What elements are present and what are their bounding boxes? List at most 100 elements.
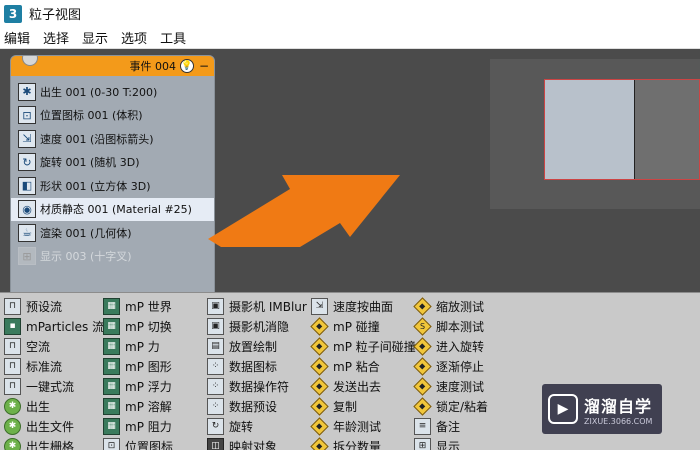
- depot-item[interactable]: ▦ mP 浮力: [103, 376, 207, 396]
- depot-item[interactable]: ⊓ 预设流: [4, 296, 103, 316]
- depot-item[interactable]: ⊓ 标准流: [4, 356, 103, 376]
- depot-item[interactable]: ▪ mParticles 流: [4, 316, 104, 336]
- depot-item[interactable]: ▦ mP 世界: [103, 296, 207, 316]
- position-icon-icon: ⊡: [103, 437, 120, 450]
- play-logo-icon: ▶: [548, 394, 578, 424]
- data-icon-icon: ⁘: [207, 357, 224, 375]
- depot-item-label: mP 阻力: [125, 419, 172, 434]
- depot-item[interactable]: ⁘ 数据操作符: [207, 376, 311, 396]
- script-test-icon: S: [413, 316, 432, 336]
- birth-grid-icon: ✱: [4, 437, 21, 450]
- depot-item-label: 复制: [333, 399, 358, 414]
- depot-item-label: 显示: [436, 439, 461, 450]
- operator-item[interactable]: ☕ 渲染 001 (几何体): [11, 221, 214, 245]
- camera-culling-icon: ▣: [207, 317, 224, 335]
- operator-item[interactable]: ⇲ 速度 001 (沿图标箭头): [11, 127, 214, 151]
- depot-item[interactable]: ▦ mP 切换: [103, 316, 207, 336]
- depot-item[interactable]: ◆ 发送出去: [310, 376, 414, 396]
- depot-item[interactable]: ▦ mP 力: [103, 336, 207, 356]
- depot-item-glyph: ▪: [9, 321, 16, 331]
- mp-solvent-icon: ▦: [103, 397, 120, 415]
- depot-item[interactable]: ◫ 映射对象: [207, 436, 311, 450]
- depot-item[interactable]: ◆ mP 粘合: [310, 356, 414, 376]
- one-click-flow-icon: ⊓: [4, 377, 21, 395]
- split-amount-icon: ◆: [310, 436, 329, 450]
- depot-item[interactable]: ◆ 速度测试: [413, 376, 534, 396]
- depot-item[interactable]: ⁘ 数据图标: [207, 356, 311, 376]
- depot-item-label: 脚本测试: [436, 319, 485, 334]
- watermark-title: 溜溜自学: [584, 396, 653, 416]
- particle-view-canvas[interactable]: 事件 004 💡 − ✱ 出生 001 (0-30 T:200) ⊡ 位置图标 001…: [0, 49, 700, 321]
- depot-item[interactable]: ⊓ 空流: [4, 336, 103, 356]
- depot-item[interactable]: ✱ 出生文件: [4, 416, 103, 436]
- event-header[interactable]: 事件 004 💡 −: [11, 56, 214, 76]
- depot-item-glyph: ⇲: [315, 301, 324, 311]
- depot-item[interactable]: ◆ 进入旋转: [413, 336, 534, 356]
- depot-item-glyph: ◆: [316, 321, 323, 331]
- depot-item[interactable]: ⁘ 数据预设: [207, 396, 311, 416]
- event-node[interactable]: 事件 004 💡 − ✱ 出生 001 (0-30 T:200) ⊡ 位置图标 001…: [10, 55, 215, 321]
- rotation-icon: ↻: [207, 417, 224, 435]
- operator-item[interactable]: ✱ 出生 001 (0-30 T:200): [11, 80, 214, 104]
- operator-item[interactable]: ↻ 旋转 001 (随机 3D): [11, 151, 214, 175]
- depot-item[interactable]: ◆ 锁定/粘着: [413, 396, 534, 416]
- data-preset-icon: ⁘: [207, 397, 224, 415]
- depot-item[interactable]: ≡ 备注: [414, 416, 534, 436]
- minimize-button[interactable]: −: [198, 59, 210, 73]
- depot-item-label: 放置绘制: [229, 339, 278, 354]
- depot-item[interactable]: ▣ 摄影机 IMBlur: [207, 296, 311, 316]
- depot-item[interactable]: ◆ 拆分数量: [310, 436, 414, 450]
- operator-label: 材质静态 001 (Material #25): [40, 203, 192, 217]
- depot-item[interactable]: ↻ 旋转: [207, 416, 311, 436]
- lightbulb-icon[interactable]: 💡: [180, 59, 194, 73]
- depot-item-label: 备注: [436, 419, 461, 434]
- depot-item-label: mP 粒子间碰撞: [333, 339, 416, 354]
- operator-list: ✱ 出生 001 (0-30 T:200) ⊡ 位置图标 001 (体积) ⇲ 速度 00…: [11, 80, 214, 268]
- depot-item[interactable]: ▦ mP 阻力: [103, 416, 207, 436]
- depot-item[interactable]: ✱ 出生栅格: [4, 436, 103, 450]
- depot-item[interactable]: ⊡ 位置图标: [103, 436, 207, 450]
- depot-item-label: mP 图形: [125, 359, 172, 374]
- speed-icon: ⇲: [18, 129, 36, 148]
- operator-item[interactable]: ◧ 形状 001 (立方体 3D): [11, 174, 214, 198]
- depot-item[interactable]: ◆ mP 碰撞: [310, 316, 414, 336]
- spawn-icon: ◆: [310, 396, 329, 416]
- menu-display[interactable]: 显示: [82, 28, 108, 47]
- depot-item[interactable]: ▦ mP 图形: [103, 356, 207, 376]
- depot-item[interactable]: ⊞ 显示: [414, 436, 534, 450]
- depot-item-glyph: ◆: [316, 401, 323, 411]
- depot-item[interactable]: ▦ mP 溶解: [103, 396, 207, 416]
- depot-item-glyph: ◆: [316, 381, 323, 391]
- depot-item[interactable]: ▤ 放置绘制: [207, 336, 311, 356]
- operator-item[interactable]: ◉ 材质静态 001 (Material #25): [11, 197, 214, 221]
- operator-item[interactable]: ⊡ 位置图标 001 (体积): [11, 104, 214, 128]
- menu-tools[interactable]: 工具: [160, 28, 186, 47]
- depot-item[interactable]: ✱ 出生: [4, 396, 103, 416]
- menu-select[interactable]: 选择: [43, 28, 69, 47]
- menu-options[interactable]: 选项: [121, 28, 147, 47]
- depot-item-glyph: ▦: [107, 401, 116, 411]
- position-icon-icon: ⊡: [18, 106, 36, 125]
- lock-bond-icon: ◆: [413, 396, 432, 416]
- menu-edit[interactable]: 编辑: [4, 28, 30, 47]
- depot-item[interactable]: ⇲ 速度按曲面: [311, 296, 414, 316]
- depot-item-label: 标准流: [26, 359, 63, 374]
- depot-item-glyph: ⊓: [8, 301, 17, 311]
- operator-item[interactable]: ⊞ 显示 003 (十字叉): [11, 245, 214, 269]
- depot-item-glyph: ▦: [107, 321, 116, 331]
- preview-frame[interactable]: [544, 79, 700, 180]
- depot-item[interactable]: ◆ 缩放测试: [413, 296, 534, 316]
- depot-item[interactable]: ◆ mP 粒子间碰撞: [310, 336, 416, 356]
- depot-item-label: 速度测试: [436, 379, 485, 394]
- depot-item[interactable]: ◆ 复制: [310, 396, 414, 416]
- depot-item[interactable]: ⊓ 一键式流: [4, 376, 103, 396]
- depot-item-glyph: ▦: [107, 421, 116, 431]
- depot-item[interactable]: S 脚本测试: [413, 316, 534, 336]
- depot-item[interactable]: ◆ 年龄测试: [310, 416, 414, 436]
- depot-item[interactable]: ▣ 摄影机消隐: [207, 316, 311, 336]
- depot-item[interactable]: ◆ 逐渐停止: [413, 356, 534, 376]
- depot-item-label: 摄影机 IMBlur: [229, 299, 307, 314]
- depot-column: ⇲ 速度按曲面 ◆ mP 碰撞 ◆ mP 粒子间碰撞 ◆ mP 粘合 ◆ 发送出去 ◆ 复制 ◆ 年龄测试…: [310, 296, 416, 450]
- empty-flow-icon: ⊓: [4, 337, 21, 355]
- depot-item-glyph: ◫: [211, 441, 220, 450]
